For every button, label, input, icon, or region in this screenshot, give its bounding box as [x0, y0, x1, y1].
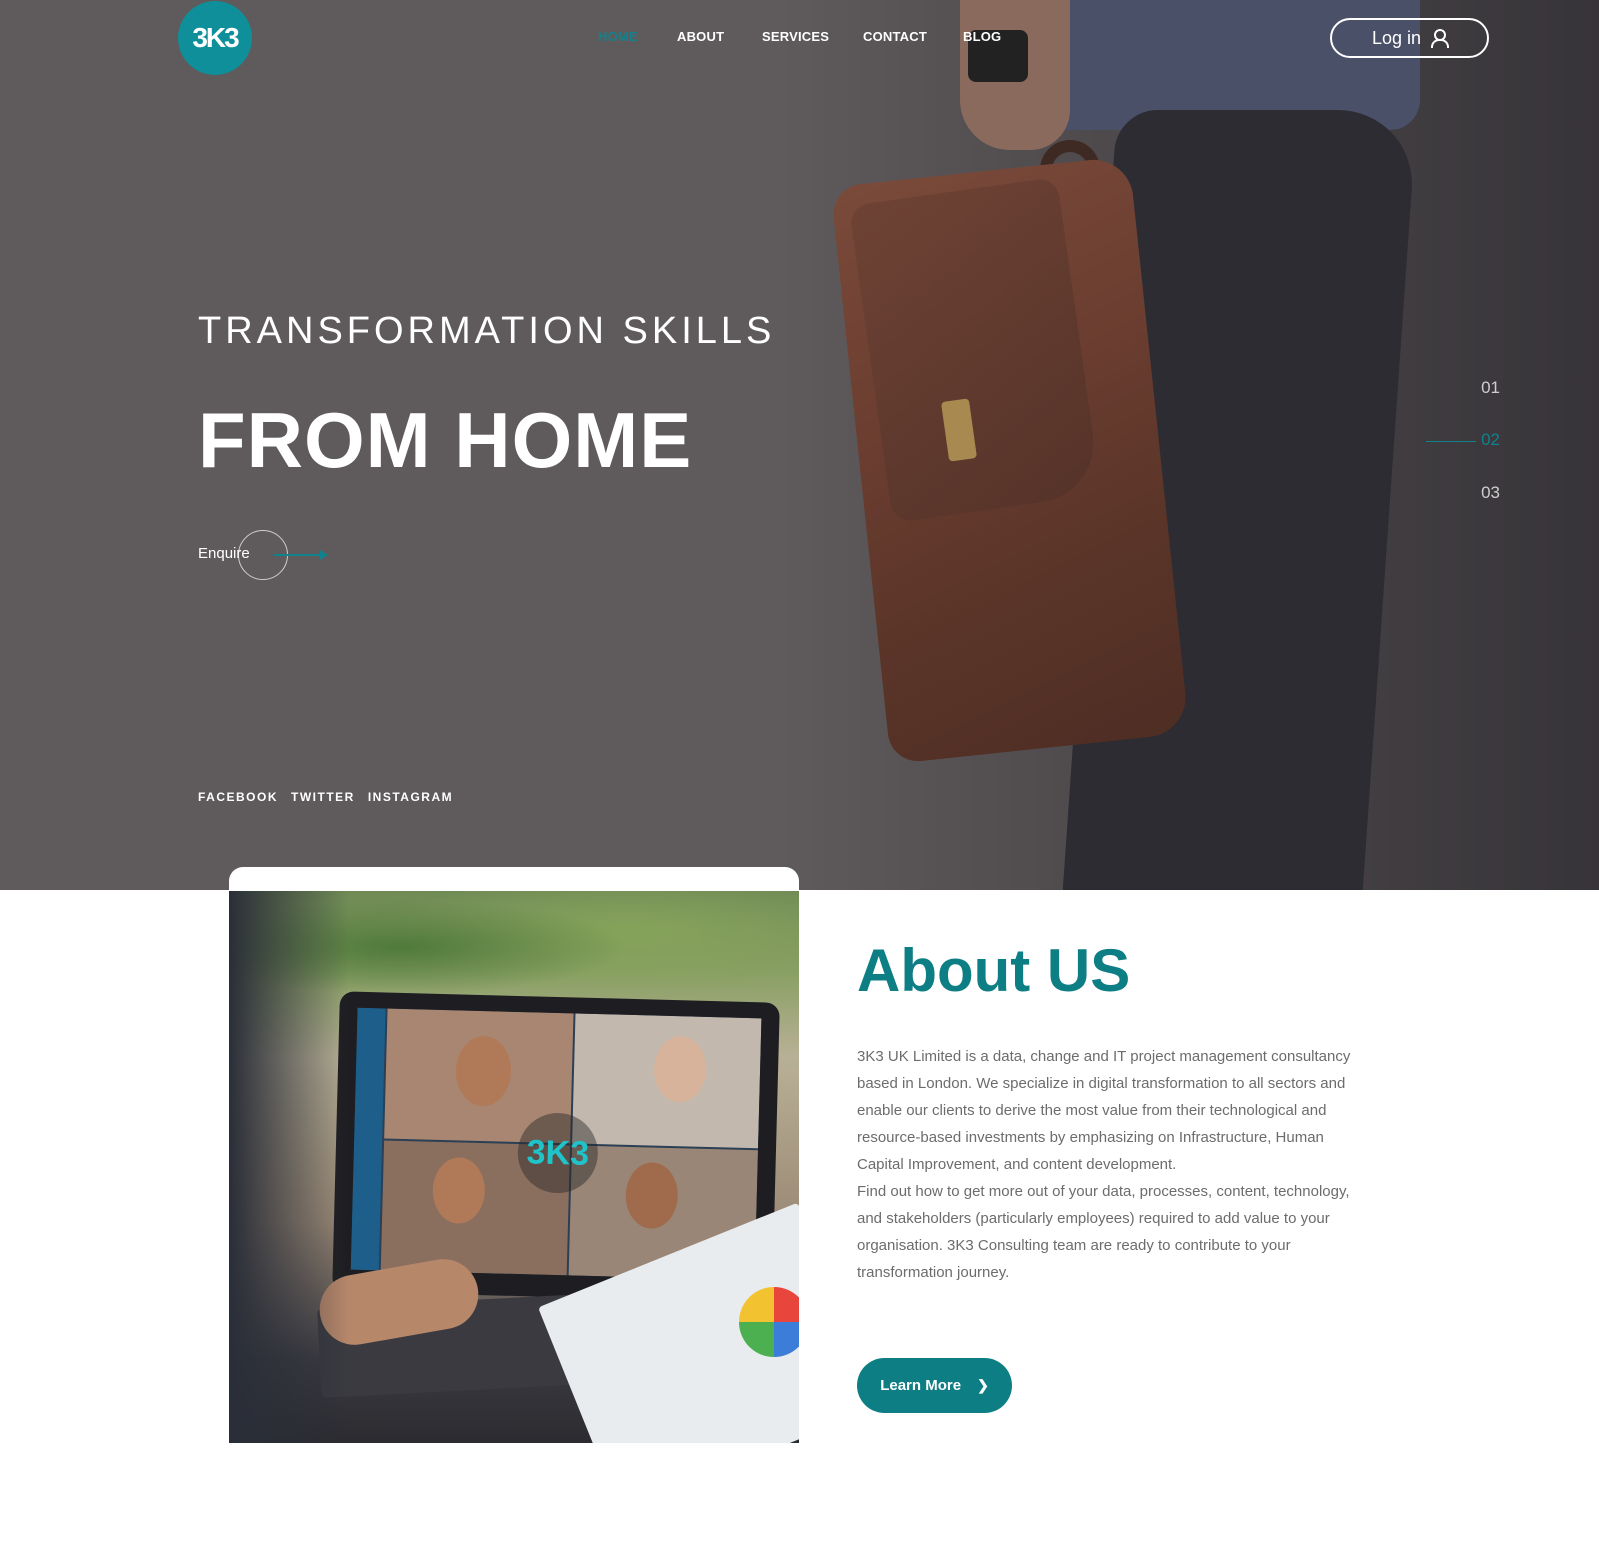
nav-about[interactable]: ABOUT: [677, 29, 724, 44]
learn-more-label: Learn More: [880, 1377, 962, 1394]
nav-home[interactable]: HOME: [598, 29, 638, 44]
hero-eyebrow: TRANSFORMATION SKILLS: [198, 310, 776, 352]
laptop-screen: 3K3: [350, 1007, 762, 1281]
nav-blog[interactable]: BLOG: [963, 29, 1001, 44]
about-paragraph-2: Find out how to get more out of your dat…: [857, 1183, 1350, 1281]
about-description: 3K3 UK Limited is a data, change and IT …: [857, 1043, 1372, 1286]
user-icon: [1431, 29, 1450, 48]
social-twitter[interactable]: TWITTER: [291, 790, 355, 804]
login-button[interactable]: Log in: [1330, 18, 1489, 58]
arrow-head-icon: [320, 550, 328, 560]
slide-03[interactable]: 03: [1481, 483, 1500, 503]
slide-01[interactable]: 01: [1481, 378, 1500, 398]
about-image: 3K3: [229, 867, 799, 1443]
social-instagram[interactable]: INSTAGRAM: [368, 790, 453, 804]
nav-contact[interactable]: CONTACT: [863, 29, 927, 44]
login-label: Log in: [1371, 27, 1422, 48]
enquire-link[interactable]: Enquire: [198, 528, 338, 584]
slide-pager: 01 02 03: [1420, 378, 1500, 508]
call-tile: [572, 1013, 762, 1149]
about-title: About US: [857, 937, 1131, 1004]
screen-logo-text: 3K3: [526, 1132, 590, 1173]
arrow-right-icon: [274, 554, 324, 556]
learn-more-button[interactable]: Learn More ❯: [857, 1358, 1012, 1413]
active-slide-indicator: [1426, 441, 1476, 442]
person-foreground: [229, 891, 349, 1443]
about-paragraph-1: 3K3 UK Limited is a data, change and IT …: [857, 1048, 1351, 1173]
call-sidebar: [350, 1007, 386, 1271]
logo[interactable]: 3K3: [178, 1, 252, 75]
chevron-right-icon: ❯: [977, 1377, 989, 1393]
nav-services[interactable]: SERVICES: [762, 29, 829, 44]
slide-02[interactable]: 02: [1481, 430, 1500, 450]
hero-title: FROM HOME: [198, 396, 693, 484]
logo-text: 3K3: [192, 22, 239, 53]
briefcase-flap-shape: [848, 176, 1102, 524]
social-links: FACEBOOK TWITTER INSTAGRAM: [198, 790, 453, 804]
social-facebook[interactable]: FACEBOOK: [198, 790, 278, 804]
hero-section: 3K3 HOME ABOUT SERVICES CONTACT BLOG Log…: [0, 0, 1599, 890]
